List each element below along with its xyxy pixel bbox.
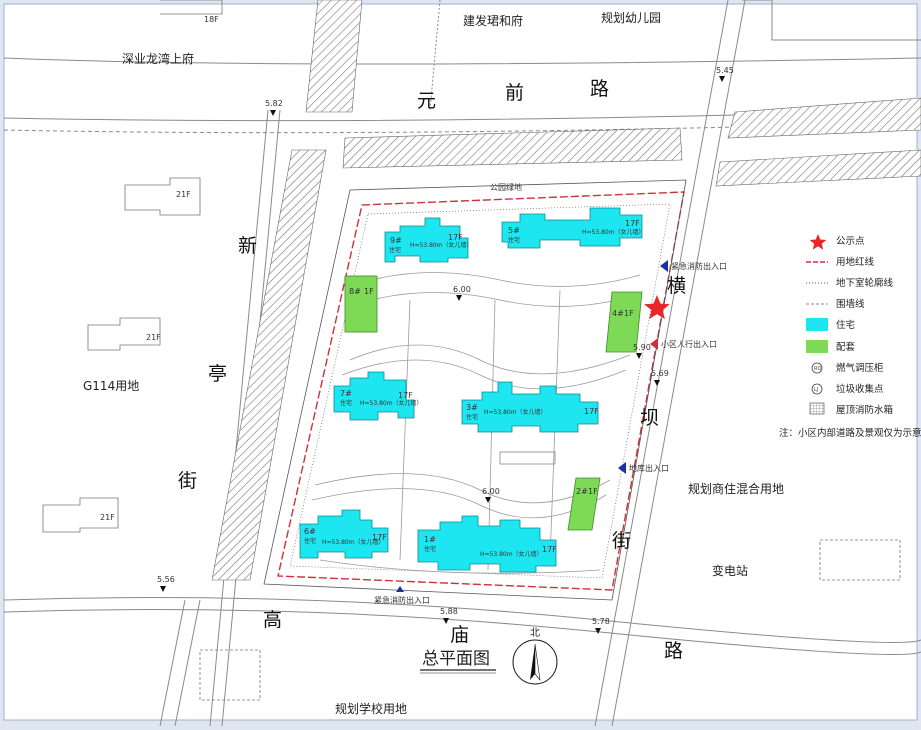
elevation-label: 6.00 [482, 487, 500, 496]
building-3-use: 住宅 [466, 413, 478, 421]
road-top-char: 路 [590, 78, 609, 100]
building-8-no: 8# [349, 287, 361, 296]
legend-cyan-box-icon [806, 318, 828, 331]
road-left-char: 街 [178, 470, 197, 492]
road-bottom-char: 高 [263, 609, 282, 631]
building-3-floors: 17F [584, 407, 599, 416]
legend-label: 住宅 [836, 319, 855, 331]
legend-label: 公示点 [836, 236, 865, 247]
building-5-no: 5# [508, 226, 520, 235]
area-g114: G114用地 [83, 379, 139, 393]
legend-label: 围墙线 [836, 298, 865, 310]
legend-note: 注：小区内部道路及景观仅为示意 [779, 427, 921, 439]
floor-tag: 21F [100, 513, 115, 522]
building-7-height: H=53.80m（女儿墙） [360, 399, 423, 407]
road-top-char: 元 [417, 90, 436, 112]
legend-label: 燃气调压柜 [836, 362, 884, 374]
building-6-use: 住宅 [304, 537, 316, 545]
road-left-char: 新 [238, 235, 257, 257]
building-6-height: H=53.80m（女儿墙） [322, 538, 385, 546]
svg-text:LJ: LJ [814, 387, 818, 393]
legend-label: 屋顶消防水箱 [836, 404, 893, 416]
legend-water-tank-icon [809, 402, 825, 415]
building-9-height: H=53.80m（女儿墙） [410, 241, 473, 249]
elevation-label: 5.56 [157, 575, 175, 584]
building-9-no: 9# [390, 236, 402, 245]
elevation-label: 5.45 [716, 66, 734, 75]
building-9-floors: 17F [448, 233, 463, 242]
elevation-label: 5.78 [592, 617, 610, 626]
building-5-height: H=53.80m（女儿墙） [582, 228, 645, 236]
legend-green-box-icon [806, 340, 828, 353]
road-right-char: 坝 [640, 407, 659, 429]
site-plan-svg: 9# 住宅 17F H=53.80m（女儿墙） 5# 住宅 17F H=53.8… [0, 0, 921, 727]
building-1-floors: 17F [542, 545, 557, 554]
legend-label: 地下室轮廓线 [836, 277, 894, 289]
building-1-use: 住宅 [424, 545, 436, 553]
building-4-no: 4# [612, 309, 624, 318]
road-right-char: 横 [667, 275, 686, 297]
building-7-use: 住宅 [340, 399, 352, 407]
site-plan-map: 9# 住宅 17F H=53.80m（女儿墙） 5# 住宅 17F H=53.8… [0, 0, 921, 727]
legend-label: 用地红线 [836, 256, 875, 268]
road-top-char: 前 [505, 82, 524, 104]
building-8 [344, 275, 378, 333]
elevation-label: 5.82 [265, 99, 283, 108]
area-kindergarten: 规划幼儿园 [601, 10, 661, 25]
north-label: 北 [530, 627, 540, 639]
building-2-no: 2# [576, 487, 588, 496]
entrance-vehicle: 地库出入口 [629, 463, 669, 473]
area-substation: 变电站 [712, 563, 748, 578]
legend-label: 配套 [836, 341, 856, 353]
floor-tag: 21F [176, 190, 191, 199]
area-jianfa: 建发珺和府 [463, 13, 523, 28]
building-1-no: 1# [424, 535, 436, 544]
road-bottom-char: 路 [664, 640, 683, 662]
building-7-no: 7# [340, 389, 352, 398]
building-8-floors: 1F [364, 287, 374, 296]
entrance-emergency-top: 紧急消防出入口 [671, 261, 727, 271]
floor-tag: 21F [146, 333, 161, 342]
road-left-char: 亭 [208, 363, 227, 385]
plan-title: 总平面图 [420, 649, 496, 674]
building-7-floors: 17F [398, 391, 413, 400]
building-4-floors: 1F [624, 309, 634, 318]
svg-text:RQ: RQ [814, 366, 821, 372]
elevation-label: 5.69 [651, 369, 669, 378]
entrance-pedestrian: 小区人行出入口 [661, 339, 717, 349]
floor-tag: 18F [204, 15, 219, 24]
building-1-height: H=53.80m（女儿墙） [480, 550, 543, 558]
building-3-no: 3# [466, 403, 478, 412]
building-5-use: 住宅 [508, 236, 520, 244]
legend-label: 垃圾收集点 [836, 383, 884, 395]
elevation-label: 6.00 [453, 285, 471, 294]
building-2-floors: 1F [588, 487, 598, 496]
road-right-char: 街 [612, 530, 631, 552]
area-commercial: 规划商住混合用地 [688, 481, 784, 496]
road-bottom-char: 庙 [450, 624, 469, 646]
building-5-floors: 17F [625, 219, 640, 228]
elevation-label: 5.90 [633, 343, 651, 352]
area-shenye: 深业龙湾上府 [122, 51, 194, 66]
building-3-height: H=53.80m（女儿墙） [484, 408, 547, 416]
area-school: 规划学校用地 [335, 701, 407, 716]
elevation-label: 5.88 [440, 607, 458, 616]
area-park: 公园绿地 [490, 182, 522, 192]
entrance-emergency-bottom: 紧急消防出入口 [374, 595, 430, 605]
building-6-no: 6# [304, 527, 316, 536]
building-9-use: 住宅 [389, 246, 401, 254]
plan-title-text: 总平面图 [422, 649, 490, 669]
